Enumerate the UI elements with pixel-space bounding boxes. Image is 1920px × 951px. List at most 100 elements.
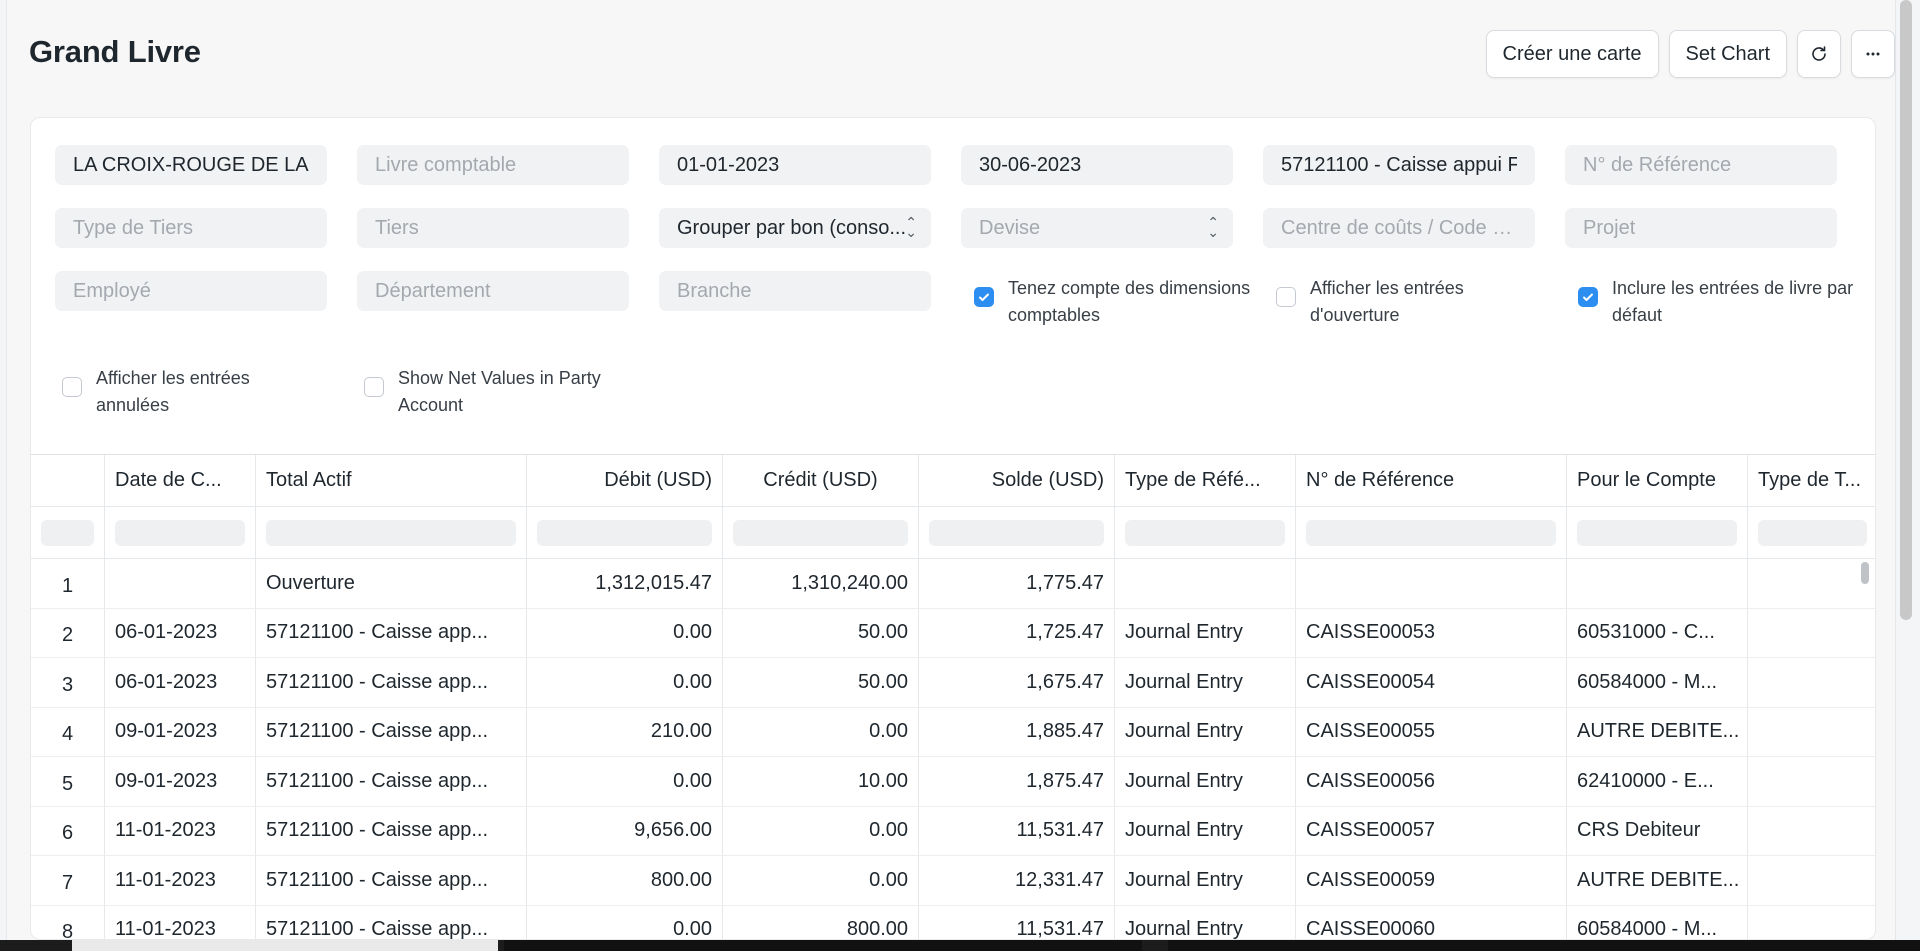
table-cell[interactable]: 11-01-2023	[105, 856, 256, 905]
column-header[interactable]: Crédit (USD)	[723, 455, 919, 506]
checkbox-checked-icon[interactable]	[974, 287, 994, 307]
from-date-field[interactable]: 01-01-2023	[659, 145, 931, 185]
table-cell[interactable]: CAISSE00060	[1296, 905, 1567, 939]
checkbox-unchecked-icon[interactable]	[364, 377, 384, 397]
row-index-cell[interactable]: 3	[31, 658, 105, 707]
department-field[interactable]: Département	[357, 271, 629, 311]
table-cell[interactable]: Journal Entry	[1115, 608, 1296, 657]
row-index-cell[interactable]: 2	[31, 608, 105, 657]
table-cell[interactable]: 57121100 - Caisse app...	[256, 905, 527, 939]
column-filter-input[interactable]	[115, 519, 245, 546]
table-row[interactable]: 1 Ouverture 1,312,015.47 1,310,240.00 1,775.…	[31, 559, 1875, 609]
column-filter-input[interactable]	[1306, 519, 1556, 546]
finance-book-field[interactable]: Livre comptable	[357, 145, 629, 185]
row-index-cell[interactable]: 1	[31, 559, 105, 608]
party-type-field[interactable]: Type de Tiers	[55, 208, 327, 248]
column-header[interactable]: Date de C...	[105, 455, 256, 506]
table-cell[interactable]: Ouverture	[256, 559, 527, 608]
page-scrollbar-thumb[interactable]	[1900, 0, 1912, 620]
table-cell[interactable]: 50.00	[723, 608, 919, 657]
employee-field[interactable]: Employé	[55, 271, 327, 311]
table-row[interactable]: 2 06-01-2023 57121100 - Caisse app... 0.00 5…	[31, 608, 1875, 658]
table-cell[interactable]	[1748, 856, 1875, 905]
table-cell[interactable]: 1,775.47	[919, 559, 1115, 608]
column-header[interactable]: Total Actif	[256, 455, 527, 506]
table-cell[interactable]	[1115, 559, 1296, 608]
table-cell[interactable]: 0.00	[527, 757, 723, 806]
table-row[interactable]: 3 06-01-2023 57121100 - Caisse app... 0.00 5…	[31, 658, 1875, 708]
taskbar-item[interactable]	[72, 940, 498, 951]
table-cell[interactable]: 57121100 - Caisse app...	[256, 608, 527, 657]
table-cell[interactable]	[1748, 807, 1875, 856]
table-cell[interactable]	[1748, 757, 1875, 806]
table-cell[interactable]: 9,656.00	[527, 806, 723, 855]
more-options-button[interactable]	[1851, 30, 1895, 78]
column-header[interactable]	[31, 455, 105, 506]
table-cell[interactable]	[1748, 559, 1875, 608]
column-filter-input[interactable]	[1577, 519, 1737, 546]
table-cell[interactable]: 800.00	[527, 856, 723, 905]
table-cell[interactable]	[1748, 658, 1875, 707]
table-cell[interactable]: CAISSE00053	[1296, 608, 1567, 657]
table-cell[interactable]	[1748, 708, 1875, 757]
company-field[interactable]: LA CROIX-ROUGE DE LA I	[55, 145, 327, 185]
table-cell[interactable]: Journal Entry	[1115, 658, 1296, 707]
table-cell[interactable]: 0.00	[527, 658, 723, 707]
row-index-cell[interactable]: 4	[31, 707, 105, 756]
table-cell[interactable]: 60584000 - M...	[1567, 658, 1748, 707]
checkbox-checked-icon[interactable]	[1578, 287, 1598, 307]
row-index-cell[interactable]: 6	[31, 806, 105, 855]
table-cell[interactable]: AUTRE DEBITE...	[1567, 707, 1748, 756]
table-cell[interactable]: 57121100 - Caisse app...	[256, 658, 527, 707]
column-filter-input[interactable]	[929, 519, 1104, 546]
table-cell[interactable]: Journal Entry	[1115, 905, 1296, 939]
table-cell[interactable]	[1567, 559, 1748, 608]
table-cell[interactable]	[1748, 906, 1875, 940]
table-scrollbar-thumb[interactable]	[1861, 562, 1869, 584]
table-cell[interactable]: 1,312,015.47	[527, 559, 723, 608]
table-row[interactable]: 5 09-01-2023 57121100 - Caisse app... 0.00 1…	[31, 757, 1875, 807]
table-cell[interactable]: 0.00	[527, 608, 723, 657]
taskbar-item[interactable]	[1168, 940, 1920, 951]
table-cell[interactable]: 0.00	[723, 707, 919, 756]
table-cell[interactable]: 06-01-2023	[105, 658, 256, 707]
dimensions-checkbox[interactable]: Tenez compte des dimensions comptables	[974, 275, 1254, 329]
column-header[interactable]: Débit (USD)	[527, 455, 723, 506]
table-cell[interactable]: 09-01-2023	[105, 757, 256, 806]
table-cell[interactable]: 11-01-2023	[105, 806, 256, 855]
column-filter-input[interactable]	[41, 519, 94, 546]
opening-entries-checkbox[interactable]: Afficher les entrées d'ouverture	[1276, 275, 1556, 329]
checkbox-unchecked-icon[interactable]	[1276, 287, 1296, 307]
column-header[interactable]: N° de Référence	[1296, 455, 1567, 506]
column-header[interactable]: Type de Réfé...	[1115, 455, 1296, 506]
column-header[interactable]: Pour le Compte	[1567, 455, 1748, 506]
table-cell[interactable]: AUTRE DEBITE...	[1567, 856, 1748, 905]
table-cell[interactable]: 12,331.47	[919, 856, 1115, 905]
table-cell[interactable]: Journal Entry	[1115, 707, 1296, 756]
table-row[interactable]: 8 11-01-2023 57121100 - Caisse app... 0.00 8…	[31, 905, 1875, 940]
account-field[interactable]: 57121100 - Caisse appui Fo...	[1263, 145, 1535, 185]
table-cell[interactable]: 0.00	[527, 905, 723, 939]
table-cell[interactable]: 11,531.47	[919, 806, 1115, 855]
net-values-checkbox[interactable]: Show Net Values in Party Account	[364, 365, 624, 419]
to-date-field[interactable]: 30-06-2023	[961, 145, 1233, 185]
table-cell[interactable]: CAISSE00054	[1296, 658, 1567, 707]
party-field[interactable]: Tiers	[357, 208, 629, 248]
table-cell[interactable]: CAISSE00055	[1296, 707, 1567, 756]
table-cell[interactable]: 1,875.47	[919, 757, 1115, 806]
table-cell[interactable]: 06-01-2023	[105, 608, 256, 657]
table-cell[interactable]: CAISSE00057	[1296, 806, 1567, 855]
table-cell[interactable]: CAISSE00059	[1296, 856, 1567, 905]
table-cell[interactable]	[1748, 609, 1875, 658]
table-cell[interactable]: 57121100 - Caisse app...	[256, 856, 527, 905]
checkbox-unchecked-icon[interactable]	[62, 377, 82, 397]
branch-field[interactable]: Branche	[659, 271, 931, 311]
refresh-button[interactable]	[1797, 30, 1841, 78]
table-cell[interactable]: 0.00	[723, 806, 919, 855]
table-cell[interactable]: 10.00	[723, 757, 919, 806]
table-cell[interactable]	[1296, 559, 1567, 608]
column-filter-input[interactable]	[1125, 519, 1285, 546]
table-cell[interactable]: 210.00	[527, 707, 723, 756]
table-cell[interactable]: 1,725.47	[919, 608, 1115, 657]
table-cell[interactable]: 1,310,240.00	[723, 559, 919, 608]
